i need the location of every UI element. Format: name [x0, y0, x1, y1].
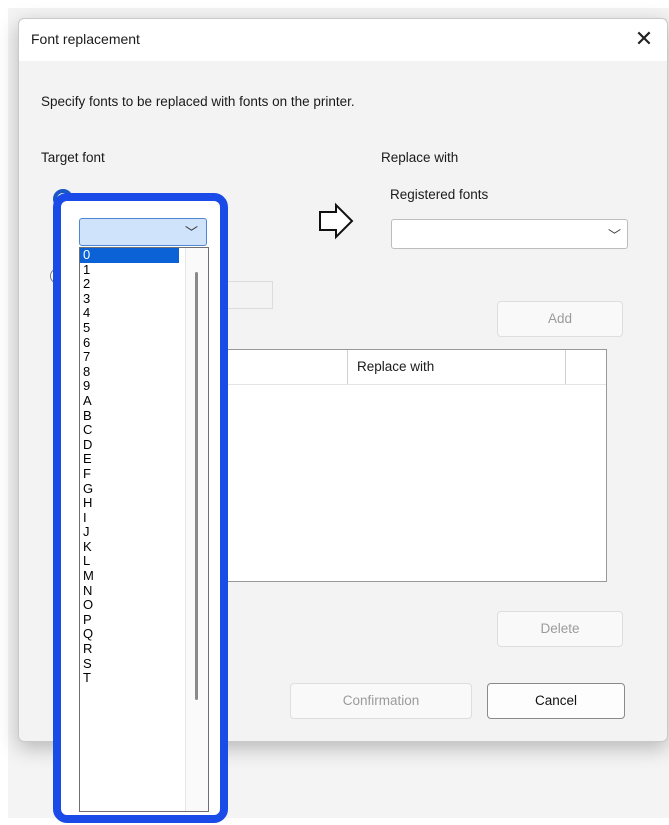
listbox-scrollbar[interactable] [185, 248, 208, 811]
add-button[interactable]: Add [497, 301, 623, 337]
scrollbar-thumb[interactable] [195, 272, 198, 700]
instruction-text: Specify fonts to be replaced with fonts … [41, 94, 355, 109]
dialog-title: Font replacement [31, 31, 140, 47]
replacement-table: r Replace with [204, 349, 607, 582]
list-item[interactable]: F [80, 466, 179, 482]
list-item[interactable]: N [80, 583, 179, 599]
cancel-button[interactable]: Cancel [487, 683, 625, 719]
list-item[interactable]: H [80, 495, 179, 511]
delete-button[interactable]: Delete [497, 611, 623, 647]
list-item[interactable]: B [80, 408, 179, 424]
list-item[interactable]: Q [80, 627, 179, 642]
list-item[interactable]: 5 [80, 320, 179, 336]
list-item[interactable]: 7 [80, 350, 179, 365]
column-separator[interactable] [565, 350, 566, 384]
list-item[interactable]: 0 [80, 248, 179, 263]
list-item[interactable]: P [80, 612, 179, 628]
list-item[interactable]: 2 [80, 277, 179, 292]
replace-with-label: Replace with [381, 150, 459, 165]
registered-fonts-label: Registered fonts [390, 187, 489, 202]
list-item[interactable]: O [80, 598, 179, 613]
list-item[interactable]: G [80, 481, 179, 497]
chevron-down-icon: ﹀ [607, 228, 621, 243]
chevron-down-icon: ﹀ [184, 225, 198, 240]
registered-fonts-select[interactable]: ﹀ [391, 219, 628, 249]
close-icon[interactable]: ✕ [621, 19, 667, 61]
arrow-right-icon [319, 202, 354, 240]
list-item[interactable]: L [80, 554, 179, 569]
list-item[interactable]: I [80, 510, 179, 526]
table-header-col2: Replace with [357, 359, 435, 374]
confirmation-button[interactable]: Confirmation [290, 683, 472, 719]
list-item[interactable]: M [80, 568, 179, 584]
font-id-combobox[interactable]: ﹀ [79, 218, 207, 246]
list-item[interactable]: D [80, 437, 179, 453]
font-id-listbox[interactable]: 0123456789ABCDEFGHIJKLMNOPQRST [79, 247, 209, 812]
list-item[interactable]: 4 [80, 306, 179, 321]
list-item[interactable]: K [80, 539, 179, 555]
list-item[interactable]: T [80, 671, 179, 686]
list-item[interactable]: S [80, 656, 179, 672]
list-item[interactable]: R [80, 641, 179, 657]
list-item[interactable]: 3 [80, 291, 179, 307]
table-header: r Replace with [205, 350, 606, 385]
list-item[interactable]: A [80, 393, 179, 409]
list-item[interactable]: 1 [80, 262, 179, 278]
column-separator[interactable] [347, 350, 348, 384]
list-item[interactable]: J [80, 525, 179, 540]
list-item[interactable]: C [80, 423, 179, 438]
list-item[interactable]: 6 [80, 335, 179, 351]
title-bar: Font replacement ✕ [19, 19, 667, 61]
list-item[interactable]: E [80, 452, 179, 467]
list-item[interactable]: 8 [80, 364, 179, 380]
target-font-label: Target font [41, 150, 105, 165]
list-item[interactable]: 9 [80, 379, 179, 394]
